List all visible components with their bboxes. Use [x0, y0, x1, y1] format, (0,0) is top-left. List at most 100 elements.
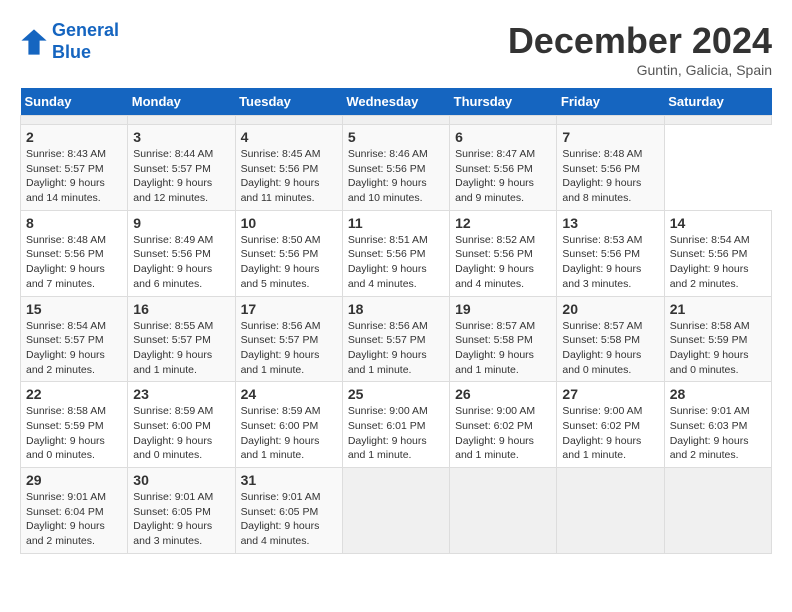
day-info: Sunrise: 8:55 AMSunset: 5:57 PMDaylight:… — [133, 320, 213, 376]
day-info: Sunrise: 8:58 AMSunset: 5:59 PMDaylight:… — [670, 320, 750, 376]
day-number: 28 — [670, 386, 766, 402]
col-thursday: Thursday — [450, 88, 557, 116]
day-info: Sunrise: 8:54 AMSunset: 5:56 PMDaylight:… — [670, 234, 750, 290]
table-row — [664, 116, 771, 125]
calendar-week-5: 22 Sunrise: 8:58 AMSunset: 5:59 PMDaylig… — [21, 382, 772, 468]
day-info: Sunrise: 9:01 AMSunset: 6:04 PMDaylight:… — [26, 491, 106, 547]
day-number: 27 — [562, 386, 658, 402]
table-row — [557, 468, 664, 554]
day-number: 6 — [455, 129, 551, 145]
table-row: 18 Sunrise: 8:56 AMSunset: 5:57 PMDaylig… — [342, 296, 449, 382]
table-row: 20 Sunrise: 8:57 AMSunset: 5:58 PMDaylig… — [557, 296, 664, 382]
table-row — [557, 116, 664, 125]
day-info: Sunrise: 8:44 AMSunset: 5:57 PMDaylight:… — [133, 148, 213, 204]
calendar-week-4: 15 Sunrise: 8:54 AMSunset: 5:57 PMDaylig… — [21, 296, 772, 382]
day-number: 26 — [455, 386, 551, 402]
table-row: 10 Sunrise: 8:50 AMSunset: 5:56 PMDaylig… — [235, 210, 342, 296]
day-info: Sunrise: 9:00 AMSunset: 6:01 PMDaylight:… — [348, 405, 428, 461]
logo-general: General — [52, 20, 119, 40]
table-row — [664, 468, 771, 554]
day-number: 9 — [133, 215, 229, 231]
day-info: Sunrise: 8:47 AMSunset: 5:56 PMDaylight:… — [455, 148, 535, 204]
table-row: 2 Sunrise: 8:43 AMSunset: 5:57 PMDayligh… — [21, 125, 128, 211]
page-header: General Blue December 2024 Guntin, Galic… — [20, 20, 772, 78]
table-row: 27 Sunrise: 9:00 AMSunset: 6:02 PMDaylig… — [557, 382, 664, 468]
day-info: Sunrise: 8:57 AMSunset: 5:58 PMDaylight:… — [562, 320, 642, 376]
day-info: Sunrise: 8:51 AMSunset: 5:56 PMDaylight:… — [348, 234, 428, 290]
table-row: 12 Sunrise: 8:52 AMSunset: 5:56 PMDaylig… — [450, 210, 557, 296]
col-sunday: Sunday — [21, 88, 128, 116]
table-row: 14 Sunrise: 8:54 AMSunset: 5:56 PMDaylig… — [664, 210, 771, 296]
col-friday: Friday — [557, 88, 664, 116]
day-number: 14 — [670, 215, 766, 231]
table-row: 24 Sunrise: 8:59 AMSunset: 6:00 PMDaylig… — [235, 382, 342, 468]
table-row: 17 Sunrise: 8:56 AMSunset: 5:57 PMDaylig… — [235, 296, 342, 382]
day-number: 20 — [562, 301, 658, 317]
calendar-week-6: 29 Sunrise: 9:01 AMSunset: 6:04 PMDaylig… — [21, 468, 772, 554]
table-row: 23 Sunrise: 8:59 AMSunset: 6:00 PMDaylig… — [128, 382, 235, 468]
table-row — [342, 116, 449, 125]
table-row — [450, 116, 557, 125]
day-info: Sunrise: 8:53 AMSunset: 5:56 PMDaylight:… — [562, 234, 642, 290]
calendar-week-2: 2 Sunrise: 8:43 AMSunset: 5:57 PMDayligh… — [21, 125, 772, 211]
table-row: 6 Sunrise: 8:47 AMSunset: 5:56 PMDayligh… — [450, 125, 557, 211]
header-row: Sunday Monday Tuesday Wednesday Thursday… — [21, 88, 772, 116]
table-row — [21, 116, 128, 125]
day-info: Sunrise: 8:56 AMSunset: 5:57 PMDaylight:… — [348, 320, 428, 376]
calendar-table: Sunday Monday Tuesday Wednesday Thursday… — [20, 88, 772, 554]
title-block: December 2024 Guntin, Galicia, Spain — [508, 20, 772, 78]
day-number: 10 — [241, 215, 337, 231]
col-tuesday: Tuesday — [235, 88, 342, 116]
day-number: 13 — [562, 215, 658, 231]
table-row — [128, 116, 235, 125]
day-info: Sunrise: 8:56 AMSunset: 5:57 PMDaylight:… — [241, 320, 321, 376]
day-info: Sunrise: 8:46 AMSunset: 5:56 PMDaylight:… — [348, 148, 428, 204]
day-info: Sunrise: 8:43 AMSunset: 5:57 PMDaylight:… — [26, 148, 106, 204]
table-row: 19 Sunrise: 8:57 AMSunset: 5:58 PMDaylig… — [450, 296, 557, 382]
day-info: Sunrise: 8:48 AMSunset: 5:56 PMDaylight:… — [26, 234, 106, 290]
table-row — [235, 116, 342, 125]
logo-blue: Blue — [52, 42, 91, 62]
day-number: 12 — [455, 215, 551, 231]
table-row: 3 Sunrise: 8:44 AMSunset: 5:57 PMDayligh… — [128, 125, 235, 211]
col-saturday: Saturday — [664, 88, 771, 116]
table-row: 16 Sunrise: 8:55 AMSunset: 5:57 PMDaylig… — [128, 296, 235, 382]
day-info: Sunrise: 8:57 AMSunset: 5:58 PMDaylight:… — [455, 320, 535, 376]
table-row: 4 Sunrise: 8:45 AMSunset: 5:56 PMDayligh… — [235, 125, 342, 211]
day-number: 8 — [26, 215, 122, 231]
day-number: 24 — [241, 386, 337, 402]
day-number: 11 — [348, 215, 444, 231]
day-info: Sunrise: 8:58 AMSunset: 5:59 PMDaylight:… — [26, 405, 106, 461]
day-info: Sunrise: 8:54 AMSunset: 5:57 PMDaylight:… — [26, 320, 106, 376]
table-row: 11 Sunrise: 8:51 AMSunset: 5:56 PMDaylig… — [342, 210, 449, 296]
calendar-header: Sunday Monday Tuesday Wednesday Thursday… — [21, 88, 772, 116]
day-number: 19 — [455, 301, 551, 317]
logo-icon — [20, 28, 48, 56]
day-number: 2 — [26, 129, 122, 145]
table-row: 8 Sunrise: 8:48 AMSunset: 5:56 PMDayligh… — [21, 210, 128, 296]
table-row: 30 Sunrise: 9:01 AMSunset: 6:05 PMDaylig… — [128, 468, 235, 554]
location: Guntin, Galicia, Spain — [508, 62, 772, 78]
day-info: Sunrise: 8:50 AMSunset: 5:56 PMDaylight:… — [241, 234, 321, 290]
calendar-week-3: 8 Sunrise: 8:48 AMSunset: 5:56 PMDayligh… — [21, 210, 772, 296]
day-info: Sunrise: 8:48 AMSunset: 5:56 PMDaylight:… — [562, 148, 642, 204]
day-number: 15 — [26, 301, 122, 317]
day-number: 3 — [133, 129, 229, 145]
day-info: Sunrise: 8:49 AMSunset: 5:56 PMDaylight:… — [133, 234, 213, 290]
day-number: 30 — [133, 472, 229, 488]
table-row: 31 Sunrise: 9:01 AMSunset: 6:05 PMDaylig… — [235, 468, 342, 554]
day-number: 29 — [26, 472, 122, 488]
table-row: 22 Sunrise: 8:58 AMSunset: 5:59 PMDaylig… — [21, 382, 128, 468]
col-wednesday: Wednesday — [342, 88, 449, 116]
day-number: 23 — [133, 386, 229, 402]
day-number: 21 — [670, 301, 766, 317]
table-row: 21 Sunrise: 8:58 AMSunset: 5:59 PMDaylig… — [664, 296, 771, 382]
day-info: Sunrise: 9:00 AMSunset: 6:02 PMDaylight:… — [562, 405, 642, 461]
table-row — [342, 468, 449, 554]
day-number: 22 — [26, 386, 122, 402]
day-number: 18 — [348, 301, 444, 317]
col-monday: Monday — [128, 88, 235, 116]
day-number: 4 — [241, 129, 337, 145]
day-info: Sunrise: 8:52 AMSunset: 5:56 PMDaylight:… — [455, 234, 535, 290]
day-info: Sunrise: 8:59 AMSunset: 6:00 PMDaylight:… — [133, 405, 213, 461]
